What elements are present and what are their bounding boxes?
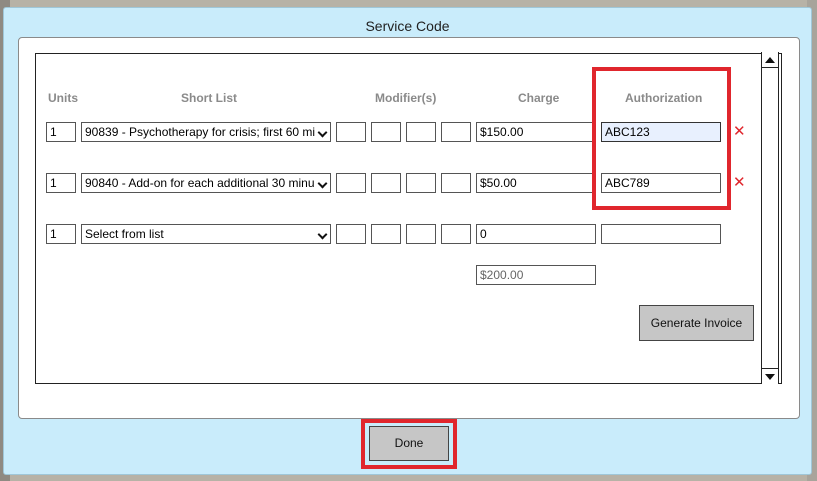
- short-list-select-row1[interactable]: 90839 - Psychotherapy for crisis; first …: [81, 122, 331, 142]
- charge-input-row1[interactable]: $150.00: [476, 122, 596, 142]
- header-units: Units: [48, 91, 78, 105]
- header-modifiers: Modifier(s): [375, 91, 437, 105]
- generate-invoice-button[interactable]: Generate Invoice: [639, 305, 754, 341]
- charge-input-row3[interactable]: 0: [476, 224, 596, 244]
- modifier4-input-row3[interactable]: [441, 224, 471, 244]
- service-code-dialog: Service Code Units Short List Modifier(s…: [3, 7, 812, 475]
- modifier1-input-row1[interactable]: [336, 122, 366, 142]
- modifier1-input-row2[interactable]: [336, 173, 366, 193]
- modifier3-input-row1[interactable]: [406, 122, 436, 142]
- total-charge: $200.00: [476, 265, 596, 285]
- authorization-input-row3[interactable]: [601, 224, 721, 244]
- modifier4-input-row2[interactable]: [441, 173, 471, 193]
- short-list-select-row2[interactable]: 90840 - Add-on for each additional 30 mi…: [81, 173, 331, 193]
- modifier3-input-row3[interactable]: [406, 224, 436, 244]
- modifier2-input-row1[interactable]: [371, 122, 401, 142]
- header-short-list: Short List: [181, 91, 237, 105]
- delete-row1-icon[interactable]: ✕: [733, 124, 746, 140]
- dialog-title: Service Code: [365, 18, 450, 34]
- service-table-area: Units Short List Modifier(s) Charge Auth…: [35, 53, 782, 384]
- modifier4-input-row1[interactable]: [441, 122, 471, 142]
- vertical-scrollbar[interactable]: [761, 52, 779, 384]
- scroll-down-icon[interactable]: [762, 368, 778, 384]
- charge-input-row2[interactable]: $50.00: [476, 173, 596, 193]
- authorization-highlight-box: [592, 67, 731, 210]
- scroll-up-icon[interactable]: [762, 52, 778, 68]
- short-list-select-row3[interactable]: Select from list: [81, 224, 331, 244]
- header-charge: Charge: [518, 91, 560, 105]
- delete-row2-icon[interactable]: ✕: [733, 175, 746, 191]
- units-input-row1[interactable]: 1: [46, 122, 76, 142]
- done-button[interactable]: Done: [369, 426, 449, 461]
- modifier2-input-row2[interactable]: [371, 173, 401, 193]
- units-input-row2[interactable]: 1: [46, 173, 76, 193]
- modifier1-input-row3[interactable]: [336, 224, 366, 244]
- service-panel: Units Short List Modifier(s) Charge Auth…: [18, 37, 800, 419]
- modifier3-input-row2[interactable]: [406, 173, 436, 193]
- modifier2-input-row3[interactable]: [371, 224, 401, 244]
- units-input-row3[interactable]: 1: [46, 224, 76, 244]
